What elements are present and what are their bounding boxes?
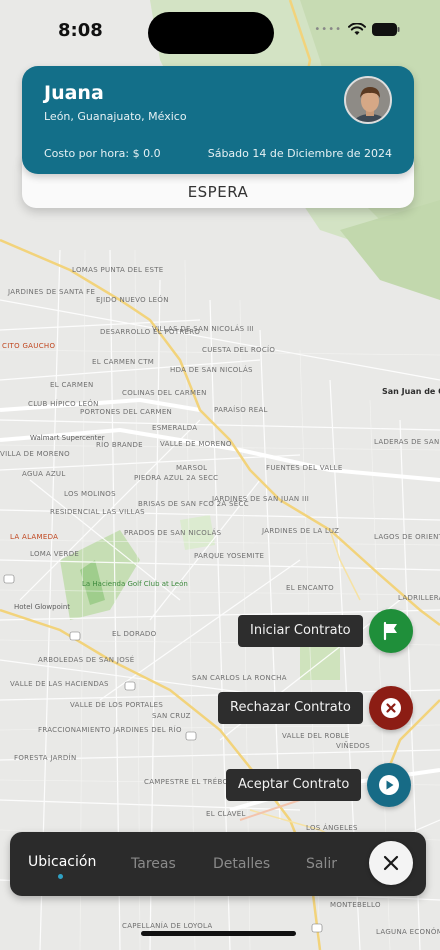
map-label: EL DORADO bbox=[112, 630, 157, 638]
map-label: VIÑEDOS bbox=[336, 742, 370, 750]
map-label: LOS MOLINOS bbox=[64, 490, 116, 498]
reject-contract-action[interactable]: Rechazar Contrato bbox=[218, 686, 413, 730]
map-label: VALLE DE LAS HACIENDAS bbox=[10, 680, 109, 688]
start-contract-label[interactable]: Iniciar Contrato bbox=[238, 615, 363, 647]
map-label: LOMAS PUNTA DEL ESTE bbox=[72, 266, 164, 274]
map-label: VALLE DE MORENO bbox=[160, 440, 232, 448]
map-label: MARSOL bbox=[176, 464, 208, 472]
map-label: SAN CRUZ bbox=[152, 712, 191, 720]
map-label: LADERAS DE SAN JUAN bbox=[374, 438, 440, 446]
hourly-cost: Costo por hora: $ 0.0 bbox=[44, 147, 161, 160]
battery-icon bbox=[372, 23, 400, 36]
map-label: Hotel Glowpoint bbox=[14, 603, 70, 611]
map-label: BRISAS DE SAN FCO 2A SECC bbox=[138, 500, 249, 508]
accept-contract-action[interactable]: Aceptar Contrato bbox=[226, 763, 412, 807]
map-label: EL CLAVEL bbox=[206, 810, 246, 818]
map-label: EL CARMEN CTM bbox=[92, 358, 155, 366]
nav-item-ubicacion[interactable]: Ubicación bbox=[28, 854, 96, 870]
wifi-icon bbox=[348, 23, 366, 35]
map-label: RESIDENCIAL LAS VILLAS bbox=[50, 508, 145, 516]
close-icon bbox=[383, 855, 399, 871]
reject-contract-button[interactable] bbox=[368, 686, 413, 730]
map-label: CAPELLANÍA DE LOYOLA bbox=[122, 922, 213, 930]
dynamic-island bbox=[148, 12, 274, 54]
map-label: EL CARMEN bbox=[50, 381, 94, 389]
map-label: La Alameda bbox=[10, 533, 59, 541]
map-label: MONTEBELLO bbox=[330, 901, 381, 909]
map-label: COLINAS DEL CARMEN bbox=[122, 389, 207, 397]
avatar[interactable] bbox=[344, 76, 392, 124]
map-label: ARBOLEDAS DE SAN JOSÉ bbox=[38, 656, 135, 664]
start-contract-button[interactable] bbox=[368, 609, 413, 653]
reject-contract-label[interactable]: Rechazar Contrato bbox=[218, 692, 363, 724]
map-label: FUENTES DEL VALLE bbox=[266, 464, 343, 472]
signal-dots-icon: •••• bbox=[314, 24, 342, 35]
map-label: LOMA VERDE bbox=[30, 550, 80, 558]
map-label: ESMERALDA bbox=[152, 424, 198, 432]
map-label: VILLAS DE SAN NICOLÁS III bbox=[152, 325, 255, 333]
map-label: PARQUE YOSEMITE bbox=[194, 552, 265, 560]
contract-card[interactable]: Juana León, Guanajuato, México Costo por… bbox=[22, 66, 414, 174]
close-menu-button[interactable] bbox=[369, 841, 413, 885]
map-label: PIEDRA AZUL 2A SECC bbox=[134, 474, 219, 482]
map-label: San Juan de Otates bbox=[382, 387, 440, 396]
map-label: CITO GAUCHO bbox=[2, 342, 56, 350]
map-label: HDA DE SAN NICOLÁS bbox=[170, 366, 253, 374]
active-indicator bbox=[58, 874, 63, 879]
map-label: FORESTA JARDÍN bbox=[14, 754, 77, 762]
play-icon bbox=[379, 775, 400, 795]
map-label: VALLE DE LOS PORTALES bbox=[70, 701, 164, 709]
map-label: EL ENCANTO bbox=[286, 584, 334, 592]
nav-item-tareas[interactable]: Tareas bbox=[131, 856, 176, 872]
map-label: Walmart Supercenter bbox=[30, 434, 105, 442]
status-time: 8:08 bbox=[58, 20, 103, 41]
bottom-nav: Ubicación Tareas Detalles Salir bbox=[10, 832, 426, 896]
accept-contract-button[interactable] bbox=[367, 763, 412, 807]
map-label: LAGUNA ECONÓMICAS bbox=[376, 928, 440, 936]
map-label: PARAÍSO REAL bbox=[214, 406, 268, 414]
client-name: Juana bbox=[44, 82, 104, 104]
contract-date: Sábado 14 de Diciembre de 2024 bbox=[207, 147, 392, 160]
map-label: JARDINES DE LA LUZ bbox=[262, 527, 340, 535]
map-label: LADRILLERAS DEL REFUGIO bbox=[398, 594, 440, 602]
nav-item-detalles[interactable]: Detalles bbox=[213, 856, 270, 872]
map-label: RÍO BRANDE bbox=[96, 441, 143, 449]
map-label: VILLA DE MORENO bbox=[0, 450, 70, 458]
map-label: EJIDO NUEVO LEÓN bbox=[96, 296, 169, 304]
map-label: PORTONES DEL CARMEN bbox=[80, 408, 173, 416]
map-label: FRACCIONAMIENTO JARDINES DEL RÍO bbox=[38, 726, 182, 734]
avatar-photo-icon bbox=[346, 78, 390, 122]
map-label: LAGOS DE ORIENTE bbox=[374, 533, 440, 541]
map-label: JARDINES DE SANTA FE bbox=[8, 288, 96, 296]
contract-status: ESPERA bbox=[187, 183, 249, 201]
status-icons: •••• bbox=[314, 23, 400, 36]
map-label: VALLE DEL ROBLE bbox=[282, 732, 350, 740]
map-label: SAN CARLOS LA RONCHA bbox=[192, 674, 287, 682]
map-label: La Hacienda Golf Club at León bbox=[82, 580, 188, 588]
map-label: CAMPESTRE EL TRÉBOL bbox=[144, 778, 233, 786]
map-label: CUESTA DEL ROCÍO bbox=[202, 346, 276, 354]
home-indicator bbox=[141, 931, 296, 936]
close-circle-icon bbox=[380, 698, 401, 718]
flag-icon bbox=[383, 621, 397, 641]
map-label: LOS ÁNGELES bbox=[306, 824, 358, 832]
map-label: PRADOS DE SAN NICOLÁS bbox=[124, 529, 222, 537]
map-label: AGUA AZUL bbox=[22, 470, 66, 478]
accept-contract-label[interactable]: Aceptar Contrato bbox=[226, 769, 362, 801]
client-location: León, Guanajuato, México bbox=[44, 110, 187, 123]
start-contract-action[interactable]: Iniciar Contrato bbox=[238, 609, 413, 653]
map-label: CLUB HÍPICO LEÓN bbox=[28, 400, 99, 408]
nav-item-salir[interactable]: Salir bbox=[306, 856, 337, 872]
